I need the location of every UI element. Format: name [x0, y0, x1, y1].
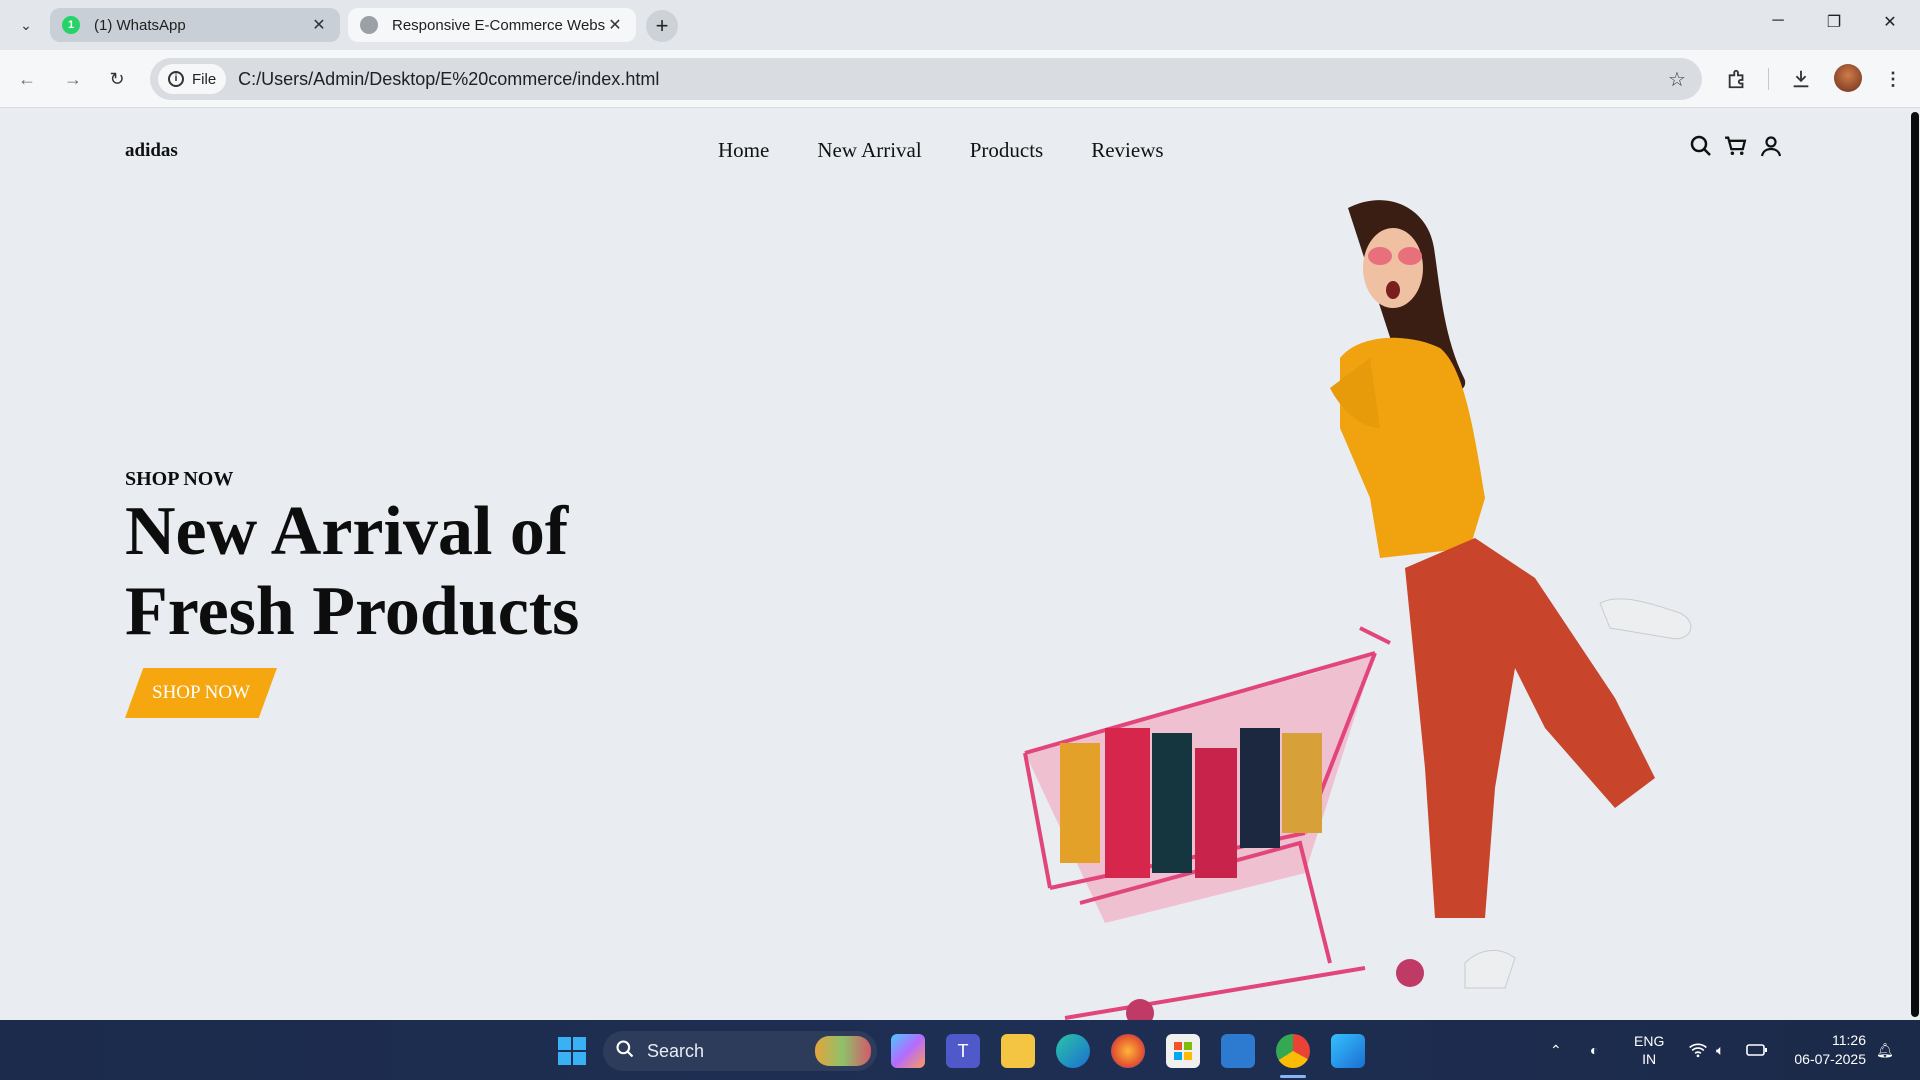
wifi-icon[interactable]	[1688, 1020, 1708, 1080]
close-tab-icon[interactable]: ✕	[310, 15, 328, 35]
new-tab-button[interactable]: +	[646, 10, 678, 42]
tab-whatsapp[interactable]: 1 (1) WhatsApp ✕	[50, 8, 340, 42]
clock-time: 11:26	[1832, 1032, 1866, 1048]
site-logo[interactable]: adidas	[125, 140, 178, 162]
photos-icon[interactable]	[1331, 1034, 1365, 1068]
right-shoe	[1599, 598, 1692, 640]
red-pants	[1405, 538, 1655, 918]
taskbar-search[interactable]: Search	[603, 1031, 877, 1071]
address-bar[interactable]: i File C:/Users/Admin/Desktop/E%20commer…	[150, 58, 1702, 100]
info-icon: i	[168, 71, 184, 87]
bag-red	[1105, 728, 1150, 878]
active-app-indicator	[1280, 1075, 1306, 1078]
whatsapp-icon: 1	[62, 16, 80, 34]
tab-search-menu-button[interactable]: ⌄	[14, 13, 38, 37]
url-text[interactable]: C:/Users/Admin/Desktop/E%20commerce/inde…	[238, 69, 1662, 90]
show-hidden-icons[interactable]: ⌃	[1550, 1020, 1562, 1080]
browser-toolbar: ← → ↻ i File C:/Users/Admin/Desktop/E%20…	[0, 50, 1920, 108]
microsoft-store-icon[interactable]	[1166, 1034, 1200, 1068]
close-tab-icon[interactable]: ✕	[606, 15, 624, 35]
left-lens	[1368, 247, 1392, 265]
teams-icon[interactable]: T	[946, 1034, 980, 1068]
forward-icon[interactable]: →	[60, 66, 86, 92]
left-shoe	[1464, 949, 1516, 989]
minimize-button[interactable]: ─	[1764, 12, 1792, 38]
hero-headline: New Arrival of Fresh Products	[125, 492, 579, 652]
edge-icon[interactable]	[1056, 1034, 1090, 1068]
cloud-sync-icon[interactable]: ◐	[1590, 1020, 1598, 1080]
toolbar-divider	[1768, 68, 1769, 90]
main-nav: Home New Arrival Products Reviews	[718, 138, 1164, 163]
windows-start-icon[interactable]	[555, 1034, 589, 1068]
language-indicator[interactable]: ENG IN	[1634, 1020, 1664, 1080]
shop-now-button[interactable]: SHOP NOW	[125, 668, 277, 718]
hero-eyebrow: SHOP NOW	[125, 468, 234, 490]
back-icon[interactable]: ←	[14, 66, 40, 92]
file-label: File	[192, 70, 217, 88]
cart-icon[interactable]	[1723, 132, 1748, 160]
copilot-icon[interactable]	[891, 1034, 925, 1068]
site-info-chip[interactable]: i File	[158, 64, 227, 94]
bookmark-star-icon[interactable]: ☆	[1662, 67, 1692, 92]
tab-title: (1) WhatsApp	[94, 16, 186, 34]
extensions-icon[interactable]	[1724, 66, 1750, 92]
browser-menu-icon[interactable]: ⋮	[1880, 66, 1906, 92]
bag-crimson	[1195, 748, 1237, 878]
taskbar: Search T ⌃ ◐ ENG IN 🔈︎ 11:26 06-07-2025 …	[0, 1020, 1920, 1080]
bag-navy	[1240, 728, 1280, 848]
profile-avatar[interactable]	[1834, 64, 1862, 92]
search-highlight-icon	[815, 1036, 871, 1066]
search-icon	[615, 1039, 635, 1064]
hero-image	[1023, 200, 1692, 1020]
vscode-icon[interactable]	[1221, 1034, 1255, 1068]
hero-headline-line1: New Arrival of	[125, 493, 569, 570]
clock[interactable]: 11:26 06-07-2025	[1786, 1020, 1866, 1080]
restore-button[interactable]: ❐	[1820, 12, 1848, 38]
nav-new-arrival[interactable]: New Arrival	[817, 138, 921, 163]
search-icon[interactable]	[1688, 132, 1713, 160]
user-icon[interactable]	[1758, 132, 1783, 160]
battery-icon[interactable]	[1746, 1020, 1768, 1080]
clock-date: 06-07-2025	[1794, 1051, 1866, 1067]
reload-icon[interactable]: ↻	[104, 66, 130, 92]
hero-headline-line2: Fresh Products	[125, 573, 580, 650]
lang-top: ENG	[1634, 1033, 1665, 1049]
nav-reviews[interactable]: Reviews	[1091, 138, 1163, 163]
download-icon[interactable]	[1788, 66, 1814, 92]
cart-wheel	[1396, 959, 1424, 987]
firefox-icon[interactable]	[1111, 1034, 1145, 1068]
chrome-icon[interactable]	[1276, 1034, 1310, 1068]
lang-bottom: IN	[1642, 1051, 1657, 1067]
browser-tab-strip: ⌄ 1 (1) WhatsApp ✕ Responsive E-Commerce…	[0, 0, 1920, 50]
bag-orange	[1060, 743, 1100, 863]
bag-mustard	[1282, 733, 1322, 833]
header-actions	[1688, 132, 1783, 160]
nav-products[interactable]: Products	[970, 138, 1044, 163]
webpage: adidas Home New Arrival Products Reviews…	[0, 108, 1910, 1020]
tab-ecommerce[interactable]: Responsive E-Commerce Websi ✕	[348, 8, 636, 42]
search-placeholder: Search	[647, 1040, 705, 1061]
bag-teal	[1152, 733, 1192, 873]
right-lens	[1398, 247, 1422, 265]
file-explorer-icon[interactable]	[1001, 1034, 1035, 1068]
notification-icon[interactable]: 🔔︎	[1876, 1020, 1894, 1080]
nav-home[interactable]: Home	[718, 138, 769, 163]
mouth	[1386, 281, 1400, 299]
globe-icon	[360, 16, 378, 34]
scrollbar-thumb[interactable]	[1911, 112, 1919, 1017]
volume-icon[interactable]: 🔈︎	[1716, 1020, 1724, 1080]
close-window-button[interactable]: ✕	[1876, 12, 1904, 38]
tab-title: Responsive E-Commerce Websi	[392, 16, 606, 34]
